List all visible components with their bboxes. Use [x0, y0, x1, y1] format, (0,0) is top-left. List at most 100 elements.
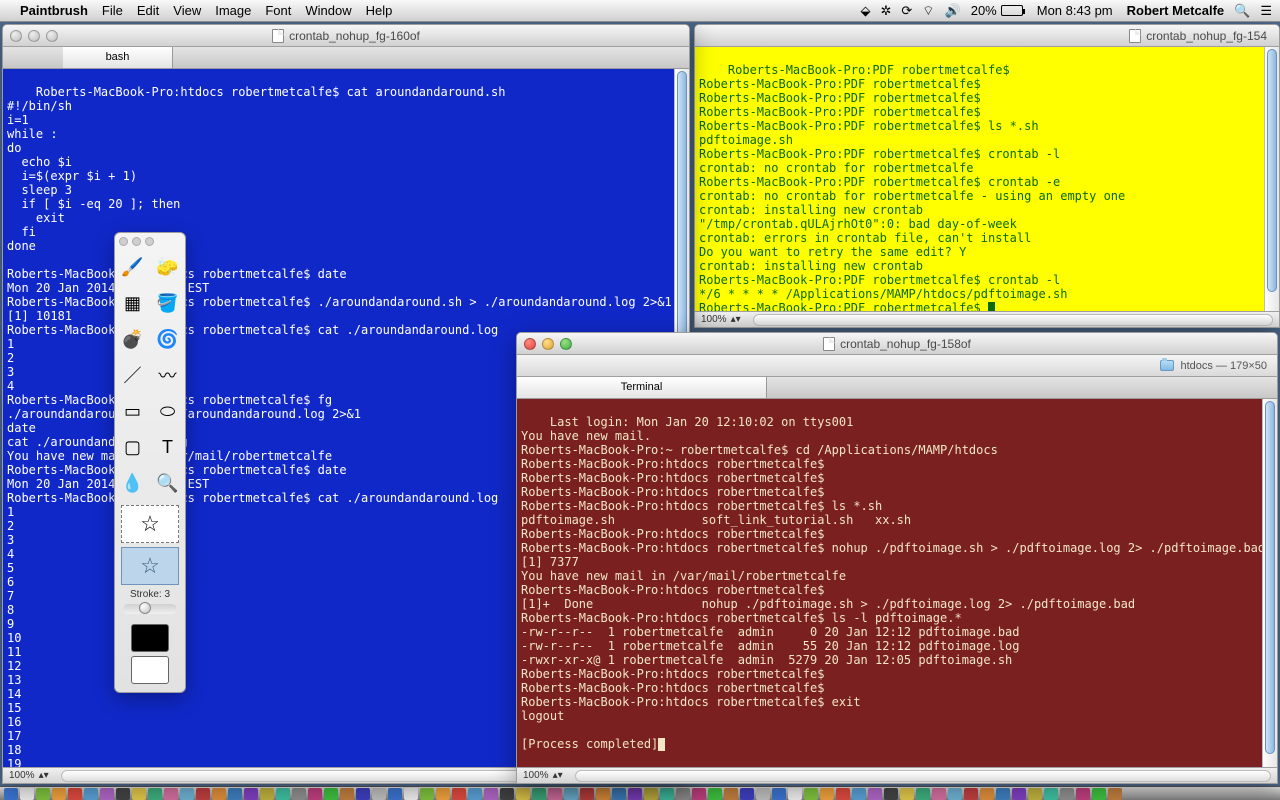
close-button[interactable]: [10, 30, 22, 42]
dock-item[interactable]: [532, 788, 546, 800]
dock-item[interactable]: [676, 788, 690, 800]
zoom-button[interactable]: [560, 338, 572, 350]
dock-item[interactable]: [948, 788, 962, 800]
app-name[interactable]: Paintbrush: [20, 3, 88, 18]
dock-item[interactable]: [740, 788, 754, 800]
dropbox-icon[interactable]: ⬙: [860, 3, 870, 19]
dock-item[interactable]: [1060, 788, 1074, 800]
dock-item[interactable]: [964, 788, 978, 800]
titlebar[interactable]: crontab_nohup_fg-158of: [517, 333, 1277, 355]
dock-item[interactable]: [212, 788, 226, 800]
star-stamp-a[interactable]: ☆: [121, 505, 179, 543]
zoom-stepper-icon[interactable]: ▴▾: [553, 770, 563, 781]
dock-item[interactable]: [452, 788, 466, 800]
tool-text-icon[interactable]: T: [150, 429, 185, 465]
dock-item[interactable]: [84, 788, 98, 800]
tool-brush-icon[interactable]: 🖌️: [115, 249, 150, 285]
dock-item[interactable]: [804, 788, 818, 800]
window-terminal-red[interactable]: crontab_nohup_fg-158of htdocs — 179×50 T…: [516, 332, 1278, 784]
dock-item[interactable]: [596, 788, 610, 800]
dock-item[interactable]: [36, 788, 50, 800]
user-name[interactable]: Robert Metcalfe: [1127, 3, 1225, 18]
dock-item[interactable]: [980, 788, 994, 800]
dock-item[interactable]: [164, 788, 178, 800]
dock-item[interactable]: [1076, 788, 1090, 800]
star-stamp-b[interactable]: ☆: [121, 547, 179, 585]
tool-eraser-icon[interactable]: 🧽: [150, 249, 185, 285]
sync-icon[interactable]: ⟳: [901, 3, 912, 19]
dock-item[interactable]: [500, 788, 514, 800]
dock-item[interactable]: [228, 788, 242, 800]
dock-item[interactable]: [372, 788, 386, 800]
dock-item[interactable]: [420, 788, 434, 800]
dock-item[interactable]: [340, 788, 354, 800]
battery-indicator[interactable]: 20%: [971, 3, 1023, 18]
dock-item[interactable]: [1028, 788, 1042, 800]
stroke-slider[interactable]: [123, 604, 177, 614]
dock-item[interactable]: [628, 788, 642, 800]
clock[interactable]: Mon 8:43 pm: [1037, 3, 1113, 18]
close-button[interactable]: [524, 338, 536, 350]
dock-item[interactable]: [996, 788, 1010, 800]
palette-titlebar[interactable]: [115, 233, 185, 249]
menu-image[interactable]: Image: [215, 3, 251, 18]
dock[interactable]: [0, 786, 1280, 800]
dock-item[interactable]: [100, 788, 114, 800]
dock-item[interactable]: [292, 788, 306, 800]
dock-item[interactable]: [276, 788, 290, 800]
dock-item[interactable]: [1012, 788, 1026, 800]
menu-font[interactable]: Font: [265, 3, 291, 18]
dock-item[interactable]: [356, 788, 370, 800]
dock-item[interactable]: [148, 788, 162, 800]
dock-item[interactable]: [612, 788, 626, 800]
dock-item[interactable]: [788, 788, 802, 800]
tool-bucket-icon[interactable]: 🪣: [150, 285, 185, 321]
window-terminal-yellow[interactable]: crontab_nohup_fg-154 Roberts-MacBook-Pro…: [694, 24, 1280, 328]
bluetooth-icon[interactable]: ✲: [880, 3, 891, 19]
dock-item[interactable]: [772, 788, 786, 800]
dock-item[interactable]: [436, 788, 450, 800]
tool-curve-icon[interactable]: 〰: [150, 357, 185, 393]
dock-item[interactable]: [932, 788, 946, 800]
zoom-stepper-icon[interactable]: ▴▾: [39, 770, 49, 781]
foreground-swatch[interactable]: [131, 624, 169, 652]
terminal-output[interactable]: Last login: Mon Jan 20 12:10:02 on ttys0…: [517, 399, 1277, 767]
dock-item[interactable]: [308, 788, 322, 800]
close-button[interactable]: [119, 237, 128, 246]
spotlight-icon[interactable]: 🔍: [1234, 3, 1250, 19]
dock-item[interactable]: [900, 788, 914, 800]
dock-item[interactable]: [1092, 788, 1106, 800]
menu-help[interactable]: Help: [366, 3, 393, 18]
dock-item[interactable]: [836, 788, 850, 800]
dock-item[interactable]: [852, 788, 866, 800]
dock-item[interactable]: [68, 788, 82, 800]
dock-item[interactable]: [116, 788, 130, 800]
minimize-button[interactable]: [542, 338, 554, 350]
dock-item[interactable]: [564, 788, 578, 800]
menu-window[interactable]: Window: [305, 3, 351, 18]
dock-item[interactable]: [180, 788, 194, 800]
wifi-icon[interactable]: ⌔: [922, 3, 934, 19]
tool-eyedropper-icon[interactable]: 💧: [115, 465, 150, 501]
titlebar[interactable]: crontab_nohup_fg-160of: [3, 25, 689, 47]
tool-line-icon[interactable]: ／: [115, 357, 150, 393]
tab-bash[interactable]: bash: [63, 47, 173, 68]
tool-spray-icon[interactable]: 🌀: [150, 321, 185, 357]
dock-item[interactable]: [820, 788, 834, 800]
zoom-stepper-icon[interactable]: ▴▾: [731, 314, 741, 325]
dock-item[interactable]: [756, 788, 770, 800]
dock-item[interactable]: [580, 788, 594, 800]
terminal-output[interactable]: Roberts-MacBook-Pro:PDF robertmetcalfe$ …: [695, 47, 1279, 311]
dock-item[interactable]: [660, 788, 674, 800]
zoom-button[interactable]: [145, 237, 154, 246]
menu-view[interactable]: View: [173, 3, 201, 18]
dock-item[interactable]: [468, 788, 482, 800]
dock-item[interactable]: [260, 788, 274, 800]
dock-item[interactable]: [388, 788, 402, 800]
volume-icon[interactable]: 🔊: [945, 3, 961, 19]
dock-item[interactable]: [516, 788, 530, 800]
menu-edit[interactable]: Edit: [137, 3, 159, 18]
scrollbar-horizontal[interactable]: [753, 314, 1273, 326]
minimize-button[interactable]: [132, 237, 141, 246]
notification-icon[interactable]: ☰: [1260, 3, 1272, 19]
